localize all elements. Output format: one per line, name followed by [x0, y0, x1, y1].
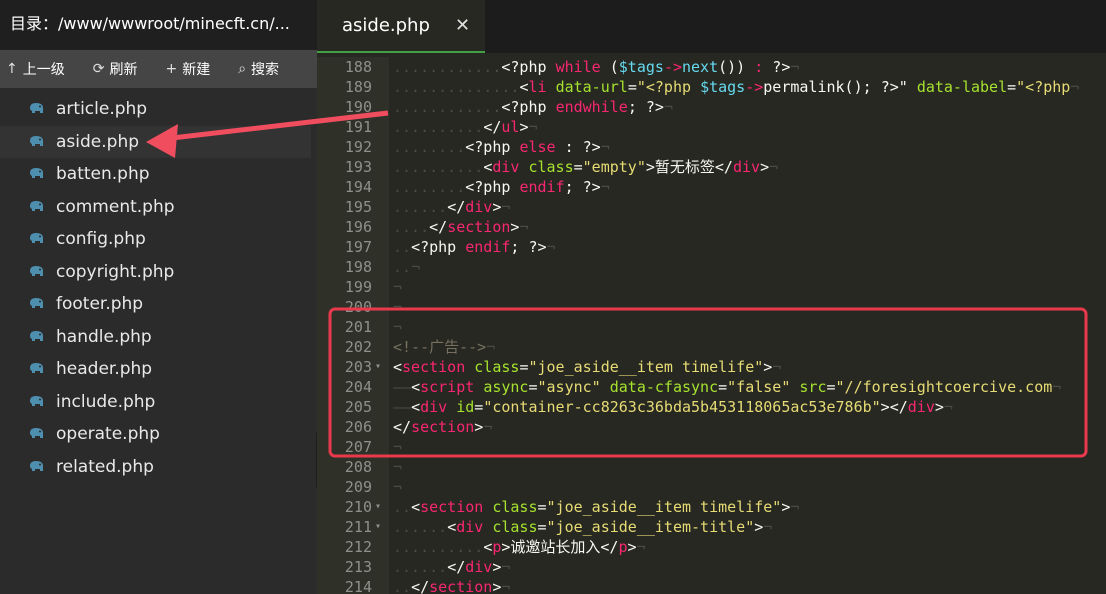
highlight-box — [328, 307, 1088, 458]
annotation-arrow — [171, 110, 389, 141]
annotation-overlay — [146, 110, 1088, 458]
annotation-arrow-head — [146, 124, 178, 158]
